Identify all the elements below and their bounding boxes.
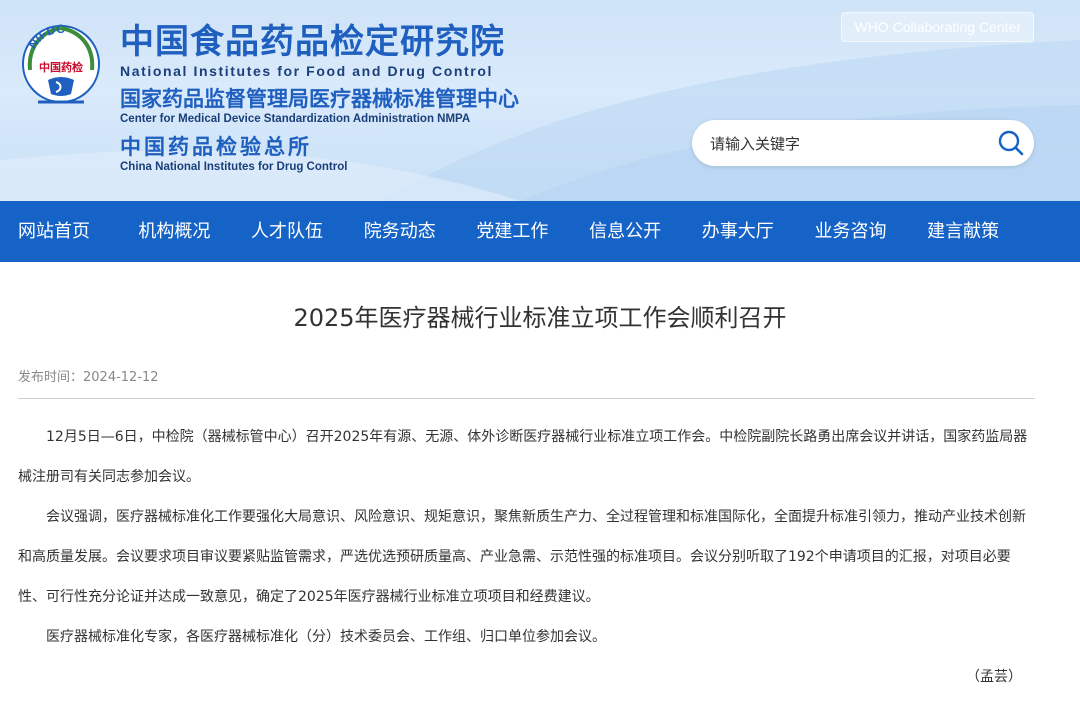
article-title: 2025年医疗器械行业标准立项工作会顺利召开 bbox=[293, 304, 787, 332]
nav-item-consulting[interactable]: 业务咨询 bbox=[794, 201, 907, 262]
search-box bbox=[692, 120, 1034, 168]
main-nav: 网站首页 机构概况 人才队伍 院务动态 党建工作 信息公开 办事大厅 业务咨询 … bbox=[0, 201, 1080, 262]
sub-org2-cn: 中国药品检验总所 bbox=[120, 135, 312, 159]
article-paragraph: 12月5日—6日，中检院（器械标管中心）召开2025年有源、无源、体外诊断医疗器… bbox=[18, 429, 1028, 485]
search-input[interactable] bbox=[708, 120, 992, 168]
site-title-cn: 中国食品药品检定研究院 bbox=[120, 22, 505, 62]
publish-date: 发布时间：2024-12-12 bbox=[18, 370, 1035, 399]
sub-org2-en: China National Institutes for Drug Contr… bbox=[120, 161, 348, 173]
nav-item-suggestions[interactable]: 建言献策 bbox=[907, 201, 1020, 262]
site-header: NIFDC 中国药检 中国食品药品检定研究院 National Institut… bbox=[0, 0, 1080, 201]
nifdc-logo: NIFDC 中国药检 bbox=[22, 22, 100, 104]
article-body: 12月5日—6日，中检院（器械标管中心）召开2025年有源、无源、体外诊断医疗器… bbox=[18, 417, 1036, 697]
brand-block: 中国食品药品检定研究院 National Institutes for Food… bbox=[120, 22, 519, 174]
sub-org-en: Center for Medical Device Standardizatio… bbox=[120, 113, 471, 125]
site-title-en: National Institutes for Food and Drug Co… bbox=[120, 63, 493, 79]
article-author: （孟芸） bbox=[966, 669, 1022, 685]
nav-item-services[interactable]: 办事大厅 bbox=[681, 201, 794, 262]
nav-item-disclosure[interactable]: 信息公开 bbox=[569, 201, 682, 262]
logo-center-text: 中国药检 bbox=[39, 60, 83, 74]
sub-org-cn: 国家药品监督管理局医疗器械标准管理中心 bbox=[120, 87, 519, 111]
nav-item-home[interactable]: 网站首页 bbox=[18, 201, 118, 262]
article: 2025年医疗器械行业标准立项工作会顺利召开 发布时间：2024-12-12 1… bbox=[0, 302, 1080, 697]
who-collaborating-center-link[interactable]: WHO Collaborating Center bbox=[841, 12, 1034, 42]
nav-item-party[interactable]: 党建工作 bbox=[456, 201, 569, 262]
article-paragraph: 会议强调，医疗器械标准化工作要强化大局意识、风险意识、规矩意识，聚焦新质生产力、… bbox=[18, 509, 1026, 605]
search-icon[interactable] bbox=[994, 126, 1028, 160]
nav-item-about[interactable]: 机构概况 bbox=[118, 201, 231, 262]
nav-item-talent[interactable]: 人才队伍 bbox=[231, 201, 344, 262]
nav-item-news[interactable]: 院务动态 bbox=[343, 201, 456, 262]
article-paragraph: 医疗器械标准化专家，各医疗器械标准化（分）技术委员会、工作组、归口单位参加会议。 bbox=[46, 629, 606, 645]
